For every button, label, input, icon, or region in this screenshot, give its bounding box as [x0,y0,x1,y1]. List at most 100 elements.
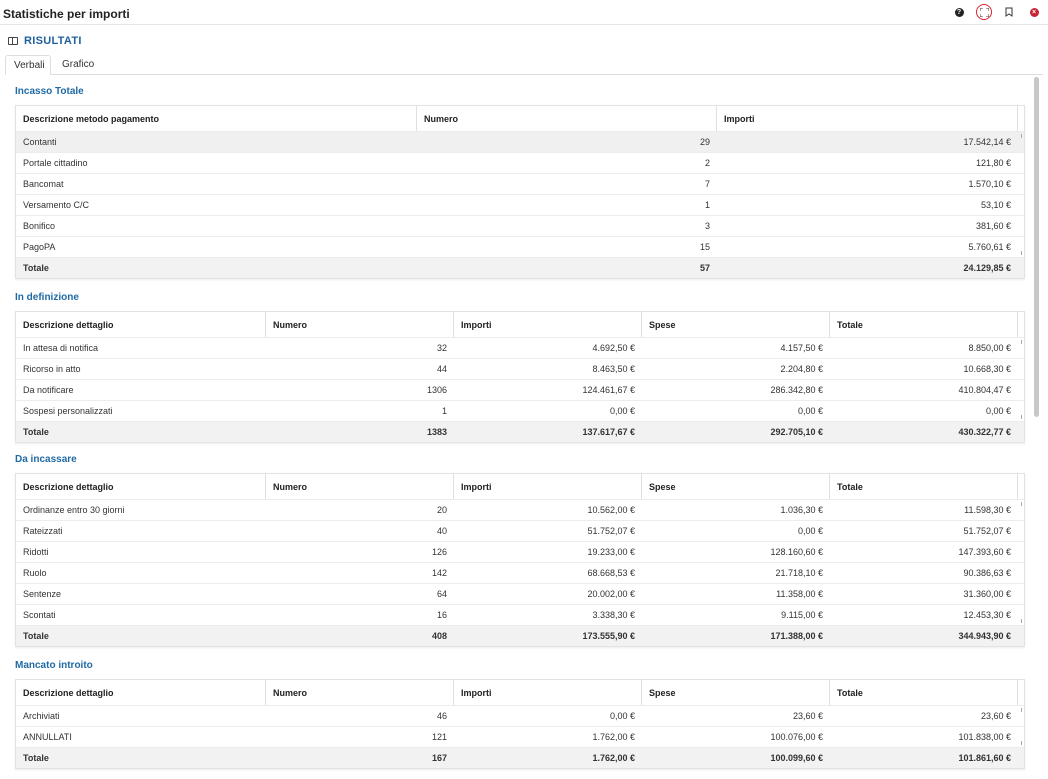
table-row[interactable]: Sentenze 64 20.002,00 € 11.358,00 € 31.3… [16,583,1024,604]
scroll-down-arrow[interactable] [1021,415,1023,419]
header-importi[interactable]: Importi [454,474,642,499]
header-spese[interactable]: Spese [642,312,830,337]
cell-spese: 9.115,00 € [781,610,823,620]
table-row[interactable]: Versamento C/C 1 53,10 € [16,194,1024,215]
fullscreen-icon[interactable] [976,4,992,20]
table-row[interactable]: Da notificare 1306 124.461,67 € 286.342,… [16,379,1024,400]
table-row[interactable]: ANNULLATI 121 1.762,00 € 100.076,00 € 10… [16,726,1024,747]
cell-descrizione: Portale cittadino [23,158,88,168]
total-totale: 430.322,77 € [958,427,1011,437]
group-title-incasso: Incasso Totale [15,86,84,97]
table-row[interactable]: Bancomat 7 1.570,10 € [16,173,1024,194]
table-row[interactable]: Contanti 29 17.542,14 € [16,131,1024,152]
cell-importi: 3.338,30 € [592,610,635,620]
scroll-up-arrow[interactable] [1021,340,1023,344]
table-row[interactable]: Ricorso in atto 44 8.463,50 € 2.204,80 €… [16,358,1024,379]
cell-descrizione: PagoPA [23,242,56,252]
table-row[interactable]: Sospesi personalizzati 1 0,00 € 0,00 € 0… [16,400,1024,421]
table-row[interactable]: Ordinanze entro 30 giorni 20 10.562,00 €… [16,499,1024,520]
header-importi[interactable]: Importi [454,680,642,705]
scroll-down-arrow[interactable] [1021,741,1023,745]
scroll-up-arrow[interactable] [1021,502,1023,506]
table-row[interactable]: Rateizzati 40 51.752,07 € 0,00 € 51.752,… [16,520,1024,541]
header-descrizione[interactable]: Descrizione dettaglio [16,474,266,499]
header-numero[interactable]: Numero [266,680,454,705]
table-total-row: Totale 408 173.555,90 € 171.388,00 € 344… [16,625,1024,646]
cell-importi: 121,80 € [975,158,1011,168]
header-numero[interactable]: Numero [266,474,454,499]
cell-numero: 142 [431,568,447,578]
header-numero[interactable]: Numero [266,312,454,337]
cell-numero: 1 [704,200,710,210]
cell-spese: 2.204,80 € [780,364,823,374]
scroll-down-arrow[interactable] [1021,619,1023,623]
scroll-down-arrow[interactable] [1021,251,1023,255]
total-spese: 171.388,00 € [770,631,823,641]
cell-numero: 1 [441,406,447,416]
header-descrizione[interactable]: Descrizione dettaglio [16,312,266,337]
total-importi: 1.762,00 € [592,753,635,763]
cell-descrizione: Da notificare [23,385,74,395]
total-totale: 101.861,60 € [958,753,1011,763]
header-importi[interactable]: Importi [454,312,642,337]
cell-numero: 121 [431,732,447,742]
cell-descrizione: Bonifico [23,221,56,231]
total-importi: 137.617,67 € [582,427,635,437]
tab-grafico[interactable]: Grafico [54,55,108,75]
results-panel[interactable]: Incasso Totale Descrizione metodo pagame… [5,75,1041,779]
cell-descrizione: Ruolo [23,568,47,578]
cell-numero: 7 [704,179,710,189]
cell-totale: 101.838,00 € [958,732,1011,742]
header-totale[interactable]: Totale [830,680,1018,705]
header-spese[interactable]: Spese [642,680,830,705]
table-row[interactable]: Scontati 16 3.338,30 € 9.115,00 € 12.453… [16,604,1024,625]
cell-totale: 90.386,63 € [963,568,1011,578]
table-header: Descrizione dettaglio Numero Importi Spe… [16,680,1024,705]
table-row[interactable]: Portale cittadino 2 121,80 € [16,152,1024,173]
total-spese: 100.099,60 € [770,753,823,763]
header-descrizione[interactable]: Descrizione metodo pagamento [16,106,417,131]
cell-importi: 10.562,00 € [587,505,635,515]
group-title-incassare: Da incassare [15,454,77,465]
cell-numero: 64 [436,589,447,599]
total-label: Totale [23,753,49,763]
header-importi[interactable]: Importi [717,106,1018,131]
header-descrizione[interactable]: Descrizione dettaglio [16,680,266,705]
table-incassare: Descrizione dettaglio Numero Importi Spe… [15,473,1025,647]
header-spese[interactable]: Spese [642,474,830,499]
close-icon[interactable]: × [1026,4,1042,20]
table-row[interactable]: Ruolo 142 68.668,53 € 21.718,10 € 90.386… [16,562,1024,583]
table-row[interactable]: In attesa di notifica 32 4.692,50 € 4.15… [16,337,1024,358]
cell-spese: 21.718,10 € [775,568,823,578]
tab-bar: Verbali Grafico [5,55,1043,75]
cell-importi: 19.233,00 € [587,547,635,557]
table-row[interactable]: Ridotti 126 19.233,00 € 128.160,60 € 147… [16,541,1024,562]
table-row[interactable]: PagoPA 15 5.760,61 € [16,236,1024,257]
scroll-up-arrow[interactable] [1021,708,1023,712]
cell-totale: 11.598,30 € [964,505,1011,515]
table-row[interactable]: Bonifico 3 381,60 € [16,215,1024,236]
cell-descrizione: Ordinanze entro 30 giorni [23,505,125,515]
bookmark-icon[interactable] [1001,4,1017,20]
cell-descrizione: Versamento C/C [23,200,90,210]
header-numero[interactable]: Numero [417,106,717,131]
cell-totale: 51.752,07 € [963,526,1011,536]
table-row[interactable]: Archiviati 46 0,00 € 23,60 € 23,60 € [16,705,1024,726]
cell-totale: 23,60 € [980,711,1011,721]
cell-numero: 40 [436,526,447,536]
tab-verbali[interactable]: Verbali [5,55,51,75]
vertical-scrollbar[interactable] [1034,77,1039,417]
cell-importi: 4.692,50 € [592,343,635,353]
help-icon[interactable]: ? [951,4,967,20]
cell-importi: 20.002,00 € [587,589,635,599]
cell-importi: 51.752,07 € [587,526,635,536]
scroll-up-arrow[interactable] [1021,134,1023,138]
header-totale[interactable]: Totale [830,312,1018,337]
table-header: Descrizione dettaglio Numero Importi Spe… [16,312,1024,337]
cell-spese: 1.036,30 € [780,505,823,515]
total-label: Totale [23,427,49,437]
cell-importi: 0,00 € [609,711,635,721]
cell-numero: 2 [704,158,710,168]
header-totale[interactable]: Totale [830,474,1018,499]
group-title-mancato: Mancato introito [15,660,93,671]
